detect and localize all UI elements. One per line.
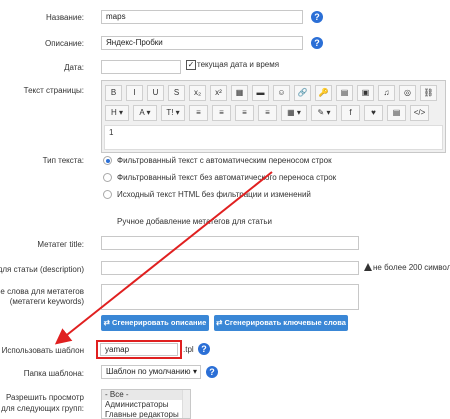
annotation-arrow — [54, 171, 273, 345]
